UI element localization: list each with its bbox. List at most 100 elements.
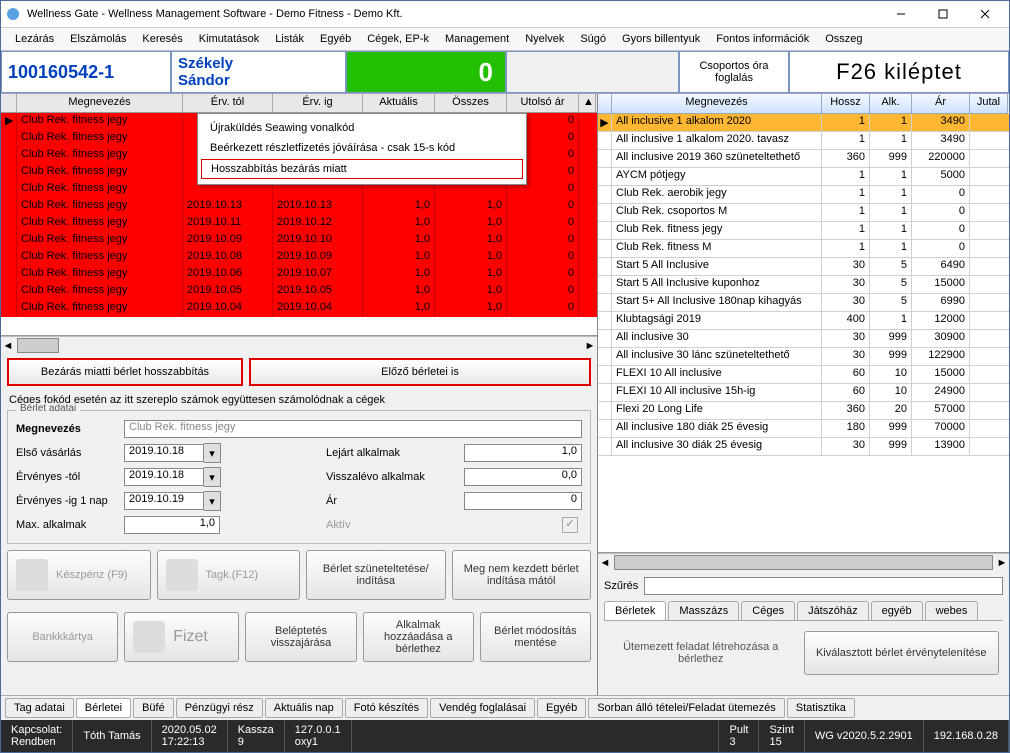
list-item[interactable]: All inclusive 2019 360 szüneteltethető36… <box>598 150 1009 168</box>
right-hscrollbar[interactable]: ◄► <box>598 553 1009 571</box>
tab-céges[interactable]: Céges <box>741 601 795 620</box>
menu-c-gek-ep-k[interactable]: Cégek, EP-k <box>359 31 437 47</box>
max-occasions-field[interactable]: 1,0 <box>124 516 220 534</box>
list-item[interactable]: FLEXI 10 All inclusive601015000 <box>598 366 1009 384</box>
invalidate-pass-button[interactable]: Kiválasztott bérlet érvénytelenítése <box>804 631 1000 675</box>
group-booking-button[interactable]: Csoportos óra foglalás <box>679 51 789 93</box>
table-row[interactable]: Club Rek. fitness jegy2019.10.062019.10.… <box>1 266 597 283</box>
menu-list-k[interactable]: Listák <box>267 31 312 47</box>
logout-button[interactable]: F26 kiléptet <box>789 51 1009 93</box>
ctx-extend-closure[interactable]: Hosszabbítás bezárás miatt <box>201 159 523 179</box>
add-occasions-button[interactable]: Alkalmak hozzáadása a bérlethez <box>363 612 474 662</box>
start-unused-button[interactable]: Meg nem kezdett bérlet indítása mától <box>452 550 592 600</box>
left-col-header[interactable] <box>1 94 17 112</box>
previous-passes-button[interactable]: Előző bérletei is <box>249 358 591 386</box>
table-row[interactable]: Club Rek. fitness jegy2019.10.112019.10.… <box>1 215 597 232</box>
price-field[interactable]: 0 <box>464 492 582 510</box>
left-hscrollbar[interactable]: ◄ ► <box>1 336 597 354</box>
left-scroll-up[interactable]: ▲ <box>579 94 596 112</box>
table-row[interactable]: Club Rek. fitness jegy2019.10.052019.10.… <box>1 283 597 300</box>
cash-button[interactable]: Készpénz (F9) <box>7 550 151 600</box>
list-item[interactable]: All inclusive 1 alkalom 2020. tavasz1134… <box>598 132 1009 150</box>
bottom-tab[interactable]: Fotó készítés <box>345 698 428 718</box>
left-col-header[interactable]: Aktuális <box>363 94 435 112</box>
list-item[interactable]: Start 5+ All Inclusive 180nap kihagyás30… <box>598 294 1009 312</box>
valid-from-dropdown[interactable]: ▾ <box>204 467 221 487</box>
menu-keres-s[interactable]: Keresés <box>134 31 190 47</box>
valid-to-field[interactable]: 2019.10.19 <box>124 492 204 510</box>
menu-gyors-billentyuk[interactable]: Gyors billentyuk <box>614 31 708 47</box>
bottom-tab[interactable]: Pénzügyi rész <box>176 698 263 718</box>
active-checkbox[interactable]: ✓ <box>562 517 578 533</box>
left-col-header[interactable]: Érv. tól <box>183 94 273 112</box>
bottom-tab[interactable]: Tag adatai <box>5 698 74 718</box>
left-col-header[interactable]: Utolsó ár <box>507 94 579 112</box>
right-col-header[interactable]: Jutal <box>970 94 1008 114</box>
tab-bérletek[interactable]: Bérletek <box>604 601 666 620</box>
list-item[interactable]: Klubtagsági 2019400112000 <box>598 312 1009 330</box>
tab-masszázs[interactable]: Masszázs <box>668 601 739 620</box>
left-col-header[interactable]: Érv. ig <box>273 94 363 112</box>
menu-lez-r-s[interactable]: Lezárás <box>7 31 62 47</box>
bottom-tab[interactable]: Statisztika <box>787 698 855 718</box>
filter-input[interactable] <box>644 577 1003 595</box>
right-col-header[interactable]: Hossz <box>822 94 870 114</box>
menu-fontos-inform-ci-k[interactable]: Fontos információk <box>708 31 817 47</box>
table-row[interactable]: Club Rek. fitness jegy2019.10.042019.10.… <box>1 300 597 317</box>
table-row[interactable]: Club Rek. fitness jegy2019.10.082019.10.… <box>1 249 597 266</box>
menu-management[interactable]: Management <box>437 31 517 47</box>
list-item[interactable]: Club Rek. fitness jegy110 <box>598 222 1009 240</box>
first-purchase-field[interactable]: 2019.10.18 <box>124 444 204 462</box>
list-item[interactable]: ▶All inclusive 1 alkalom 2020113490 <box>598 114 1009 132</box>
list-item[interactable]: All inclusive 30 diák 25 évesig309991390… <box>598 438 1009 456</box>
left-col-header[interactable]: Összes <box>435 94 507 112</box>
first-purchase-dropdown[interactable]: ▾ <box>204 443 221 463</box>
list-item[interactable]: All inclusive 180 diák 25 évesig18099970… <box>598 420 1009 438</box>
right-col-header[interactable]: Alk. <box>870 94 912 114</box>
checkin-refund-button[interactable]: Beléptetés visszajárása <box>245 612 356 662</box>
menu-osszeg[interactable]: Osszeg <box>817 31 870 47</box>
tab-egyéb[interactable]: egyéb <box>871 601 923 620</box>
bottom-tab[interactable]: Vendég foglalásai <box>430 698 535 718</box>
right-col-header[interactable]: Ár <box>912 94 970 114</box>
bottom-tab[interactable]: Büfé <box>133 698 174 718</box>
list-item[interactable]: AYCM pótjegy115000 <box>598 168 1009 186</box>
extend-closure-button[interactable]: Bezárás miatti bérlet hosszabbítás <box>7 358 243 386</box>
valid-from-field[interactable]: 2019.10.18 <box>124 468 204 486</box>
list-item[interactable]: Flexi 20 Long Life3602057000 <box>598 402 1009 420</box>
membercard-button[interactable]: Tagk.(F12) <box>157 550 301 600</box>
left-col-header[interactable]: Megnevezés <box>17 94 183 112</box>
list-item[interactable]: Start 5 All Inclusive3056490 <box>598 258 1009 276</box>
right-grid[interactable]: ▶All inclusive 1 alkalom 2020113490All i… <box>598 114 1009 553</box>
right-col-header[interactable]: Megnevezés <box>612 94 822 114</box>
minimize-button[interactable] <box>881 3 921 25</box>
ctx-resend-barcode[interactable]: Újraküldés Seawing vonalkód <box>198 118 526 138</box>
tab-játszóház[interactable]: Játszóház <box>797 601 869 620</box>
ctx-installment-credit[interactable]: Beérkezett részletfizetés jóváírása - cs… <box>198 138 526 158</box>
remaining-field[interactable]: 0,0 <box>464 468 582 486</box>
list-item[interactable]: All inclusive 30 lánc szüneteltethető309… <box>598 348 1009 366</box>
tab-webes[interactable]: webes <box>925 601 979 620</box>
menu-nyelvek[interactable]: Nyelvek <box>517 31 572 47</box>
table-row[interactable]: Club Rek. fitness jegy2019.10.092019.10.… <box>1 232 597 249</box>
list-item[interactable]: FLEXI 10 All inclusive 15h-ig601024900 <box>598 384 1009 402</box>
list-item[interactable]: Club Rek. csoportos M110 <box>598 204 1009 222</box>
bottom-tab[interactable]: Egyéb <box>537 698 586 718</box>
save-modification-button[interactable]: Bérlet módosítás mentése <box>480 612 591 662</box>
close-button[interactable] <box>965 3 1005 25</box>
maximize-button[interactable] <box>923 3 963 25</box>
menu-elsz-mol-s[interactable]: Elszámolás <box>62 31 134 47</box>
table-row[interactable]: Club Rek. fitness jegy2019.10.132019.10.… <box>1 198 597 215</box>
valid-to-dropdown[interactable]: ▾ <box>204 491 221 511</box>
list-item[interactable]: Club Rek. fitness M110 <box>598 240 1009 258</box>
list-item[interactable]: Start 5 All Inclusive kuponhoz30515000 <box>598 276 1009 294</box>
expired-field[interactable]: 1,0 <box>464 444 582 462</box>
list-item[interactable]: Club Rek. aerobik jegy110 <box>598 186 1009 204</box>
schedule-task-link[interactable]: Ütemezett feladat létrehozása a bérlethe… <box>608 641 794 665</box>
bottom-tab[interactable]: Sorban álló tételei/Feladat ütemezés <box>588 698 785 718</box>
bankcard-button[interactable]: Bankkkártya <box>7 612 118 662</box>
name-field[interactable]: Club Rek. fitness jegy <box>124 420 582 438</box>
list-item[interactable]: All inclusive 303099930900 <box>598 330 1009 348</box>
bottom-tab[interactable]: Aktuális nap <box>265 698 343 718</box>
menu-s-g-[interactable]: Súgó <box>572 31 614 47</box>
